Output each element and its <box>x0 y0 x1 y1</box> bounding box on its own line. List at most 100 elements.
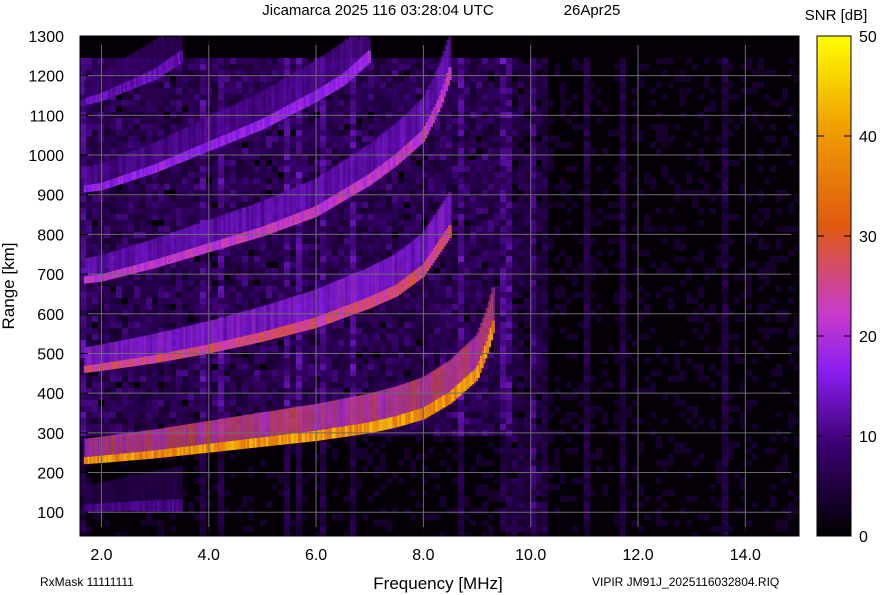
noise-cell <box>464 532 470 536</box>
noise-cell <box>308 256 314 262</box>
noise-cell <box>176 298 182 304</box>
noise-cell <box>500 478 506 484</box>
noise-cell <box>392 340 398 346</box>
noise-cell <box>218 88 224 94</box>
noise-cell <box>470 178 476 184</box>
noise-cell <box>380 76 386 82</box>
noise-cell <box>212 376 218 382</box>
noise-cell <box>374 370 380 376</box>
noise-cell <box>212 400 218 406</box>
noise-cell <box>374 490 380 496</box>
noise-cell <box>296 286 302 292</box>
noise-cell <box>128 304 134 310</box>
noise-cell <box>458 286 464 292</box>
noise-cell <box>368 250 374 256</box>
noise-cell <box>380 334 386 340</box>
noise-cell <box>176 208 182 214</box>
noise-cell <box>152 286 158 292</box>
noise-cell <box>458 304 464 310</box>
noise-cell <box>140 328 146 334</box>
noise-cell <box>404 160 410 166</box>
noise-cell <box>236 304 242 310</box>
noise-cell <box>476 160 482 166</box>
noise-cell <box>134 202 140 208</box>
noise-cell <box>176 94 182 100</box>
noise-cell <box>512 316 518 322</box>
noise-cell <box>344 340 350 346</box>
noise-cell <box>302 130 308 136</box>
noise-cell <box>356 208 362 214</box>
noise-cell <box>254 172 260 178</box>
noise-cell <box>134 418 140 424</box>
noise-cell <box>188 178 194 184</box>
noise-cell <box>482 532 488 536</box>
noise-cell <box>272 256 278 262</box>
noise-cell <box>218 184 224 190</box>
noise-cell <box>512 70 518 76</box>
noise-cell <box>362 436 368 442</box>
noise-cell <box>464 166 470 172</box>
noise-cell <box>290 268 296 274</box>
noise-cell <box>512 124 518 130</box>
noise-cell <box>266 70 272 76</box>
noise-cell <box>458 94 464 100</box>
noise-cell <box>386 352 392 358</box>
noise-cell <box>110 394 116 400</box>
noise-cell <box>476 130 482 136</box>
noise-cell <box>380 232 386 238</box>
noise-cell <box>86 394 92 400</box>
noise-cell <box>86 400 92 406</box>
noise-cell <box>476 256 482 262</box>
noise-cell <box>80 58 86 64</box>
noise-cell <box>422 340 428 346</box>
noise-cell <box>134 370 140 376</box>
noise-cell <box>398 106 404 112</box>
noise-cell <box>356 454 362 460</box>
noise-cell <box>224 64 230 70</box>
noise-cell <box>470 100 476 106</box>
noise-cell <box>518 94 524 100</box>
noise-cell <box>440 310 446 316</box>
noise-cell <box>218 178 224 184</box>
noise-cell <box>194 304 200 310</box>
noise-cell <box>218 406 224 412</box>
noise-cell <box>194 364 200 370</box>
noise-cell <box>482 424 488 430</box>
noise-cell <box>242 304 248 310</box>
noise-cell <box>362 352 368 358</box>
noise-cell <box>368 130 374 136</box>
noise-cell <box>446 130 452 136</box>
noise-cell <box>488 250 494 256</box>
noise-cell <box>332 358 338 364</box>
noise-cell <box>368 232 374 238</box>
noise-cell <box>290 244 296 250</box>
noise-cell <box>326 268 332 274</box>
noise-cell <box>410 424 416 430</box>
noise-cell <box>470 70 476 76</box>
noise-cell <box>92 394 98 400</box>
noise-cell <box>314 268 320 274</box>
noise-cell <box>92 202 98 208</box>
noise-cell <box>392 352 398 358</box>
noise-cell <box>152 520 158 526</box>
noise-cell <box>140 286 146 292</box>
noise-cell <box>290 142 296 148</box>
noise-cell <box>92 412 98 418</box>
noise-cell <box>164 364 170 370</box>
noise-cell <box>440 418 446 424</box>
noise-cell <box>158 304 164 310</box>
noise-cell <box>92 244 98 250</box>
noise-cell <box>386 94 392 100</box>
noise-cell <box>452 406 458 412</box>
noise-cell <box>146 286 152 292</box>
noise-cell <box>452 328 458 334</box>
noise-cell <box>350 208 356 214</box>
noise-cell <box>164 370 170 376</box>
noise-cell <box>476 280 482 286</box>
noise-cell <box>494 340 500 346</box>
noise-cell <box>494 76 500 82</box>
noise-cell <box>458 184 464 190</box>
noise-cell <box>362 100 368 106</box>
noise-cell <box>428 448 434 454</box>
noise-cell <box>506 58 512 64</box>
